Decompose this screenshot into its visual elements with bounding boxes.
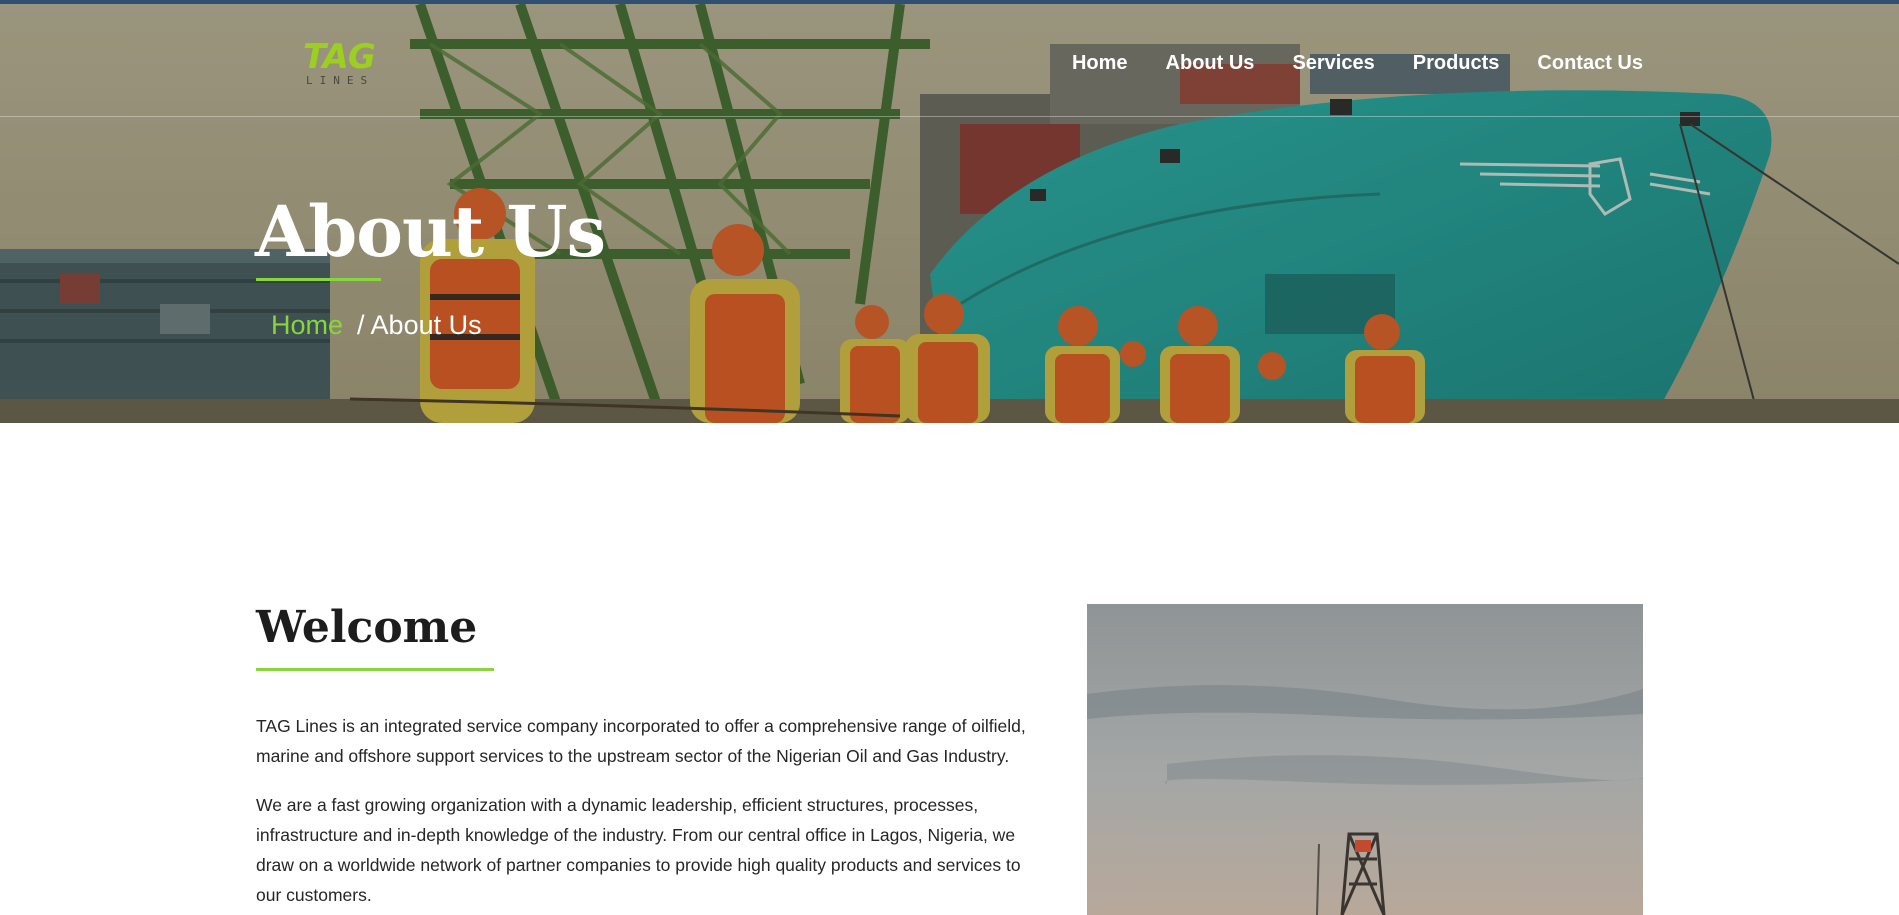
page-title: About Us	[255, 190, 606, 273]
logo-mark: TAG	[303, 37, 376, 77]
site-header: TAG LINES Home About Us Services Product…	[0, 4, 1899, 117]
nav-about-us[interactable]: About Us	[1166, 52, 1255, 75]
breadcrumb: Home / About Us	[271, 310, 482, 341]
site-logo[interactable]: TAG LINES	[303, 38, 383, 90]
main-nav: Home About Us Services Products Contact …	[1072, 52, 1643, 75]
nav-services[interactable]: Services	[1292, 52, 1374, 75]
nav-home[interactable]: Home	[1072, 52, 1128, 75]
intro-paragraph-1: TAG Lines is an integrated service compa…	[256, 716, 1026, 766]
nav-contact-us[interactable]: Contact Us	[1537, 52, 1643, 75]
intro-paragraph-2: We are a fast growing organization with …	[256, 795, 1021, 905]
breadcrumb-current: / About Us	[357, 310, 482, 340]
welcome-heading: Welcome	[256, 602, 478, 653]
logo-subtext: LINES	[306, 74, 375, 87]
offshore-rig-photo	[1087, 604, 1643, 915]
nav-products[interactable]: Products	[1413, 52, 1500, 75]
breadcrumb-home-link[interactable]: Home	[271, 310, 343, 341]
title-underline	[256, 278, 381, 281]
hero-banner: TAG LINES Home About Us Services Product…	[0, 4, 1899, 423]
welcome-underline	[256, 668, 494, 671]
